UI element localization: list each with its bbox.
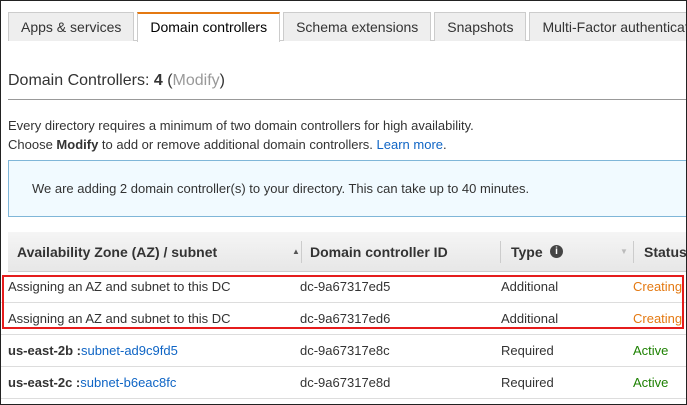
- desc-text: Choose: [8, 137, 57, 152]
- desc-bold: Modify: [56, 137, 99, 152]
- type-cell: Required: [501, 343, 554, 358]
- az-cell: us-east-2c :subnet-b6eac8fc: [8, 367, 176, 399]
- tab-domain-controllers[interactable]: Domain controllers: [137, 12, 281, 42]
- tab-schema-extensions[interactable]: Schema extensions: [283, 12, 432, 41]
- table-row: us-east-2b :subnet-ad9c9fd5 dc-9a67317e8…: [0, 335, 687, 367]
- description-line1: Every directory requires a minimum of tw…: [8, 118, 474, 133]
- divider: [8, 99, 687, 100]
- dc-id-cell: dc-9a67317e8c: [300, 343, 390, 358]
- column-separator: [633, 241, 634, 263]
- tab-multi-factor-authentication[interactable]: Multi-Factor authenticati: [529, 12, 687, 41]
- table-row: us-east-2c :subnet-b6eac8fc dc-9a67317e8…: [0, 367, 687, 399]
- header-az-subnet[interactable]: Availability Zone (AZ) / subnet: [17, 232, 217, 272]
- column-separator: [500, 241, 501, 263]
- learn-more-link[interactable]: Learn more: [377, 137, 443, 152]
- sort-desc-icon[interactable]: ▼: [620, 232, 628, 272]
- header-type[interactable]: Type: [511, 232, 543, 272]
- tab-apps-services[interactable]: Apps & services: [8, 12, 135, 41]
- description: Every directory requires a minimum of tw…: [8, 116, 474, 154]
- column-separator: [301, 241, 302, 263]
- paren-close: ): [219, 72, 225, 89]
- modify-link[interactable]: Modify: [173, 72, 220, 89]
- info-icon[interactable]: i: [550, 245, 563, 258]
- type-cell: Required: [501, 375, 554, 390]
- highlight-box: [2, 275, 684, 329]
- header-status[interactable]: Status: [644, 232, 687, 272]
- page-title: Domain Controllers: 4 (Modify): [8, 72, 225, 90]
- subnet-link[interactable]: subnet-b6eac8fc: [80, 375, 176, 390]
- dc-id-cell: dc-9a67317e8d: [300, 375, 391, 390]
- header-dc-id[interactable]: Domain controller ID: [310, 232, 448, 272]
- az-name: us-east-2c :: [8, 375, 81, 390]
- desc-text: to add or remove additional domain contr…: [98, 137, 377, 152]
- title-label: Domain Controllers:: [8, 72, 150, 89]
- tab-bar: Apps & services Domain controllers Schem…: [8, 12, 687, 42]
- table-header: Availability Zone (AZ) / subnet ▲ Domain…: [8, 232, 687, 272]
- az-cell: us-east-2b :subnet-ad9c9fd5: [8, 335, 178, 367]
- dc-count: 4: [153, 72, 163, 89]
- tab-snapshots[interactable]: Snapshots: [434, 12, 527, 41]
- status-badge: Active: [633, 375, 669, 390]
- info-banner: We are adding 2 domain controller(s) to …: [8, 160, 687, 217]
- az-name: us-east-2b :: [8, 343, 81, 358]
- status-badge: Active: [633, 343, 669, 358]
- desc-period: .: [443, 137, 447, 152]
- sort-asc-icon[interactable]: ▲: [292, 232, 300, 272]
- subnet-link[interactable]: subnet-ad9c9fd5: [81, 343, 178, 358]
- description-line2: Choose Modify to add or remove additiona…: [8, 135, 474, 154]
